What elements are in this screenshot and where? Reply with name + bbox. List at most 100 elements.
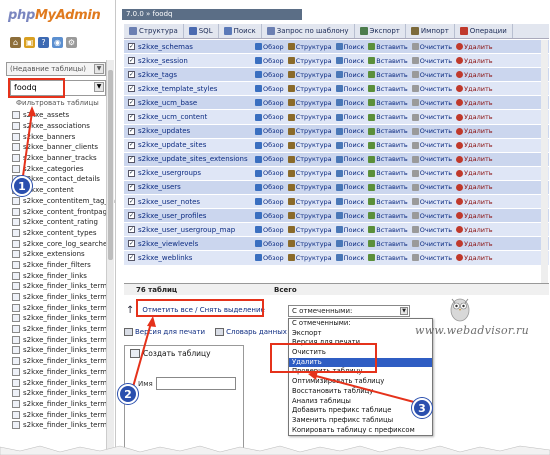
search-action[interactable]: Поиск xyxy=(335,141,364,149)
row-checkbox[interactable]: ✓ xyxy=(128,141,135,149)
table-name-link[interactable]: s2kxe_updates xyxy=(138,127,255,135)
sql-query-icon[interactable]: ▣ xyxy=(24,37,35,48)
structure-action[interactable]: Структура xyxy=(287,240,332,248)
row-checkbox[interactable]: ✓ xyxy=(128,155,135,163)
insert-action[interactable]: Вставить xyxy=(368,43,408,51)
row-checkbox[interactable]: ✓ xyxy=(128,169,135,177)
sidebar-table-item[interactable]: s2kxe_categories xyxy=(12,163,115,174)
sidebar-table-item[interactable]: s2kxe_associations xyxy=(12,121,115,132)
structure-action[interactable]: Структура xyxy=(287,141,332,149)
insert-action[interactable]: Вставить xyxy=(368,169,408,177)
sidebar-table-item[interactable]: s2kxe_finder_links_terms xyxy=(12,367,115,378)
search-action[interactable]: Поиск xyxy=(335,169,364,177)
browse-action[interactable]: Обзор xyxy=(255,43,284,51)
search-action[interactable]: Поиск xyxy=(335,240,364,248)
empty-action[interactable]: Очистить xyxy=(411,141,452,149)
tab-5[interactable]: Импорт xyxy=(406,24,455,38)
dropdown-option[interactable]: Копировать таблицу с префиксом xyxy=(289,426,432,436)
sidebar-table-item[interactable]: s2kxe_finder_links_terms xyxy=(12,324,115,335)
drop-action[interactable]: Удалить xyxy=(456,212,493,220)
search-action[interactable]: Поиск xyxy=(335,155,364,163)
structure-action[interactable]: Структура xyxy=(287,226,332,234)
browse-action[interactable]: Обзор xyxy=(255,85,284,93)
phpmyadmin-logo[interactable]: phpMyAdmin xyxy=(8,8,101,23)
insert-action[interactable]: Вставить xyxy=(368,155,408,163)
table-name-link[interactable]: s2kxe_session xyxy=(138,57,255,65)
dropdown-option[interactable]: Оптимизировать таблицу xyxy=(289,377,432,387)
browse-action[interactable]: Обзор xyxy=(255,57,284,65)
sidebar-table-item[interactable]: s2kxe_finder_links_terms xyxy=(12,334,115,345)
drop-action[interactable]: Удалить xyxy=(456,169,493,177)
browse-action[interactable]: Обзор xyxy=(255,127,284,135)
sidebar-table-item[interactable]: s2kxe_banner_tracks xyxy=(12,153,115,164)
table-name-link[interactable]: s2kxe_update_sites xyxy=(138,141,255,149)
sidebar-table-item[interactable]: s2kxe_finder_links_terms xyxy=(12,420,115,431)
empty-action[interactable]: Очистить xyxy=(411,169,452,177)
sidebar-table-item[interactable]: s2kxe_content_rating xyxy=(12,217,115,228)
browse-action[interactable]: Обзор xyxy=(255,113,284,121)
table-name-link[interactable]: s2kxe_usergroups xyxy=(138,169,255,177)
structure-action[interactable]: Структура xyxy=(287,155,332,163)
search-action[interactable]: Поиск xyxy=(335,85,364,93)
structure-action[interactable]: Структура xyxy=(287,85,332,93)
sidebar-table-item[interactable]: s2kxe_finder_links_terms xyxy=(12,302,115,313)
sidebar-table-item[interactable]: s2kxe_banners xyxy=(12,131,115,142)
search-action[interactable]: Поиск xyxy=(335,99,364,107)
insert-action[interactable]: Вставить xyxy=(368,85,408,93)
with-selected-select[interactable]: С отмеченными: ▼ xyxy=(288,305,410,317)
dropdown-option[interactable]: С отмеченными: xyxy=(289,319,432,329)
row-checkbox[interactable]: ✓ xyxy=(128,212,135,220)
print-view-link[interactable]: Версия для печати xyxy=(124,328,205,336)
empty-action[interactable]: Очистить xyxy=(411,85,452,93)
row-checkbox[interactable]: ✓ xyxy=(128,71,135,79)
create-table-button[interactable]: Создать таблицу xyxy=(130,349,211,358)
tab-1[interactable]: SQL xyxy=(184,24,219,38)
sidebar-table-item[interactable]: s2kxe_content_frontpage xyxy=(12,206,115,217)
insert-action[interactable]: Вставить xyxy=(368,141,408,149)
browse-action[interactable]: Обзор xyxy=(255,212,284,220)
home-icon[interactable]: ⌂ xyxy=(10,37,21,48)
insert-action[interactable]: Вставить xyxy=(368,57,408,65)
table-name-input[interactable] xyxy=(156,377,236,390)
browse-action[interactable]: Обзор xyxy=(255,169,284,177)
browse-action[interactable]: Обзор xyxy=(255,183,284,191)
drop-action[interactable]: Удалить xyxy=(456,99,493,107)
scrollbar-thumb[interactable] xyxy=(108,70,113,260)
breadcrumb[interactable]: 7.0.0 » foodq xyxy=(122,9,302,20)
search-action[interactable]: Поиск xyxy=(335,226,364,234)
sidebar-table-item[interactable]: s2kxe_core_log_searches xyxy=(12,238,115,249)
empty-action[interactable]: Очистить xyxy=(411,127,452,135)
sidebar-table-item[interactable]: s2kxe_finder_links_terms xyxy=(12,292,115,303)
browse-action[interactable]: Обзор xyxy=(255,254,284,262)
empty-action[interactable]: Очистить xyxy=(411,254,452,262)
table-name-link[interactable]: s2kxe_schemas xyxy=(138,43,255,51)
table-name-link[interactable]: s2kxe_viewlevels xyxy=(138,240,255,248)
sidebar-table-item[interactable]: s2kxe_finder_links_terms xyxy=(12,345,115,356)
search-action[interactable]: Поиск xyxy=(335,127,364,135)
drop-action[interactable]: Удалить xyxy=(456,155,493,163)
drop-action[interactable]: Удалить xyxy=(456,254,493,262)
insert-action[interactable]: Вставить xyxy=(368,226,408,234)
row-checkbox[interactable]: ✓ xyxy=(128,127,135,135)
tab-6[interactable]: Операции xyxy=(455,24,513,38)
table-name-link[interactable]: s2kxe_users xyxy=(138,183,255,191)
insert-action[interactable]: Вставить xyxy=(368,198,408,206)
drop-action[interactable]: Удалить xyxy=(456,240,493,248)
structure-action[interactable]: Структура xyxy=(287,169,332,177)
row-checkbox[interactable]: ✓ xyxy=(128,254,135,262)
sidebar-table-item[interactable]: s2kxe_finder_filters xyxy=(12,260,115,271)
left-scrollbar[interactable] xyxy=(106,60,114,455)
empty-action[interactable]: Очистить xyxy=(411,71,452,79)
row-checkbox[interactable]: ✓ xyxy=(128,198,135,206)
empty-action[interactable]: Очистить xyxy=(411,113,452,121)
insert-action[interactable]: Вставить xyxy=(368,113,408,121)
browse-action[interactable]: Обзор xyxy=(255,71,284,79)
sidebar-table-item[interactable]: s2kxe_assets xyxy=(12,110,115,121)
search-action[interactable]: Поиск xyxy=(335,57,364,65)
empty-action[interactable]: Очистить xyxy=(411,183,452,191)
sidebar-table-item[interactable]: s2kxe_banner_clients xyxy=(12,142,115,153)
search-action[interactable]: Поиск xyxy=(335,43,364,51)
row-checkbox[interactable]: ✓ xyxy=(128,183,135,191)
row-checkbox[interactable]: ✓ xyxy=(128,57,135,65)
structure-action[interactable]: Структура xyxy=(287,71,332,79)
